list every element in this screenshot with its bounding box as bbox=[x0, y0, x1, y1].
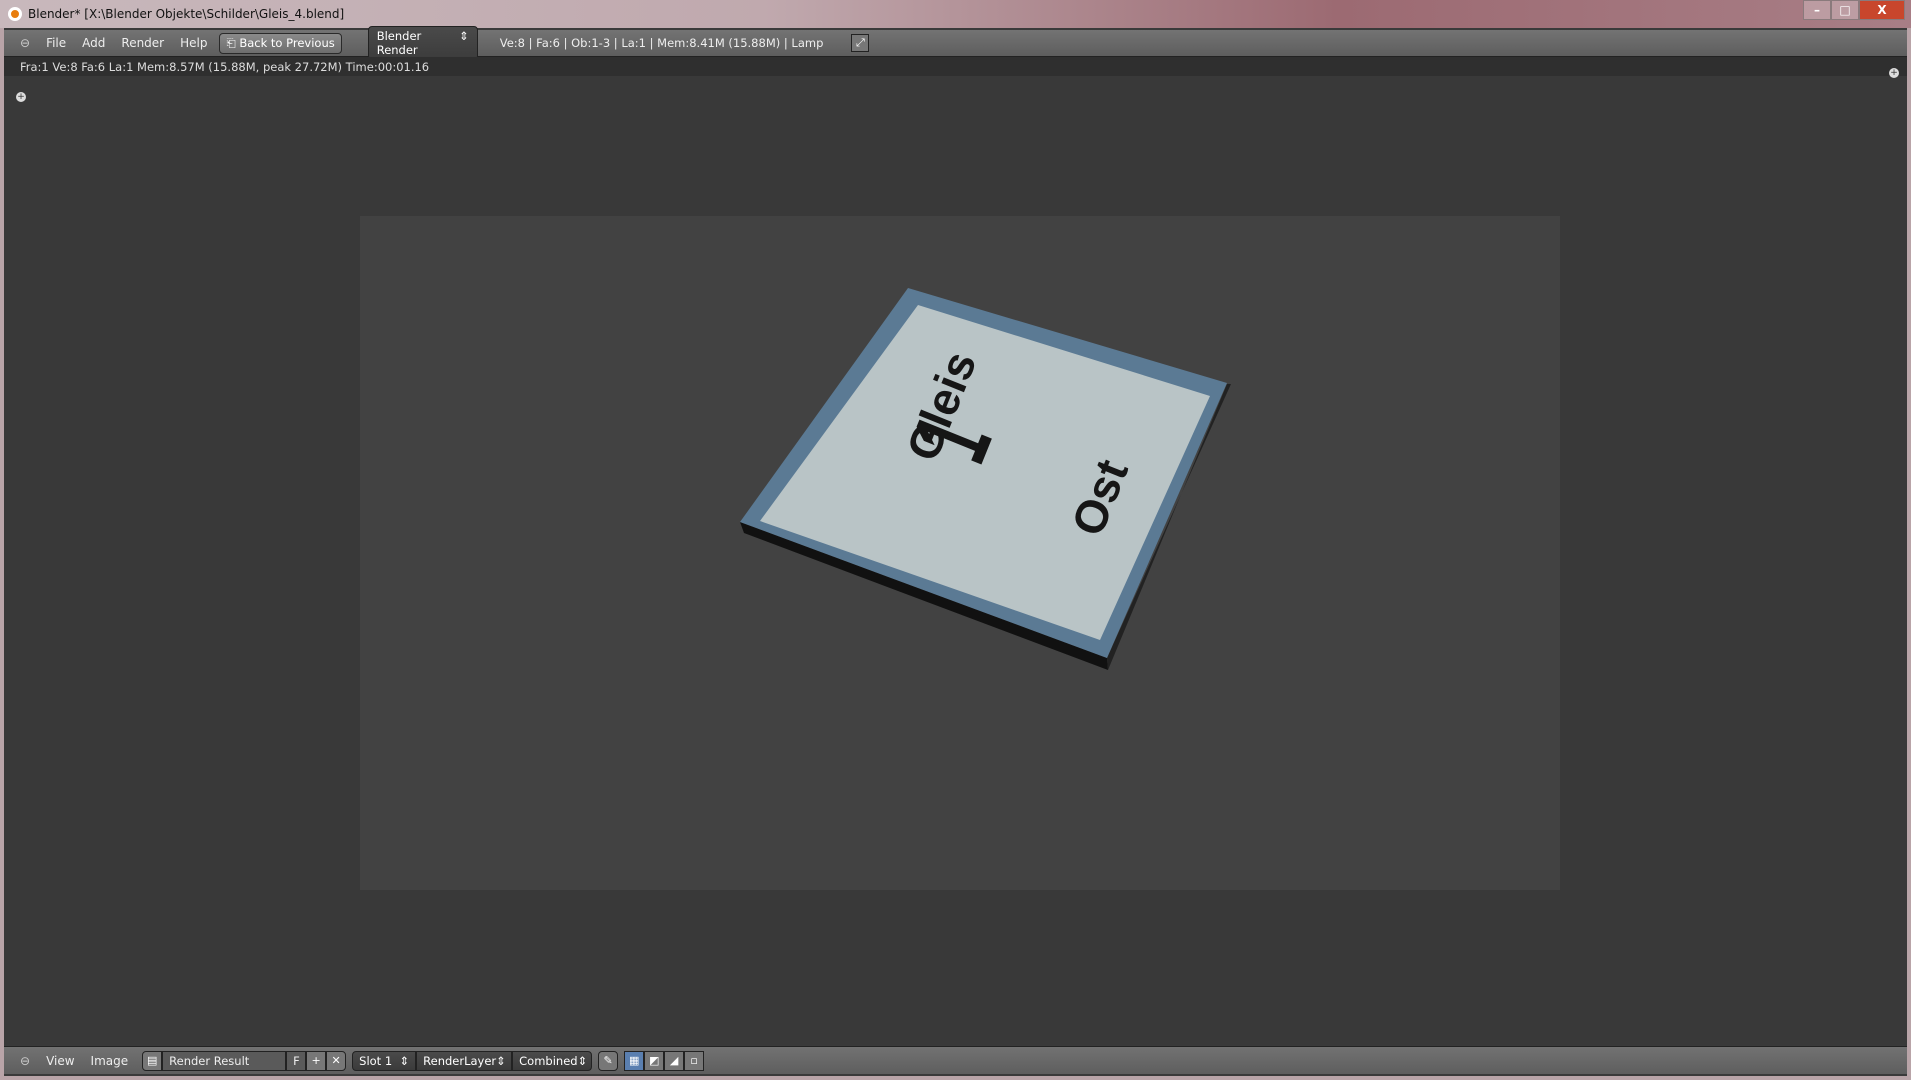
image-name-field[interactable]: Render Result bbox=[162, 1050, 287, 1071]
draw-channels-icon[interactable]: ▫ bbox=[684, 1050, 705, 1071]
back-icon: ⎗ bbox=[226, 35, 240, 50]
menu-render[interactable]: Render bbox=[113, 36, 172, 50]
updown-icon: ⇕ bbox=[577, 1053, 588, 1068]
back-to-previous-button[interactable]: ⎗ Back to Previous bbox=[219, 32, 342, 54]
menu-view[interactable]: View bbox=[38, 1054, 82, 1068]
editor-type-icon-bottom[interactable]: ⊖ bbox=[20, 1054, 30, 1068]
draw-alpha-icon[interactable]: ◩ bbox=[644, 1050, 665, 1071]
menu-file[interactable]: File bbox=[38, 36, 74, 50]
draw-image-alpha-icon[interactable]: ▦ bbox=[624, 1050, 645, 1071]
updown-icon: ⇕ bbox=[459, 29, 469, 43]
slot-select[interactable]: Slot 1 ⇕ bbox=[352, 1050, 417, 1071]
updown-icon: ⇕ bbox=[496, 1053, 506, 1068]
image-editor-header: ⊖ View Image ▤ Render Result F + ✕ Slot … bbox=[4, 1046, 1907, 1074]
image-browse-icon[interactable]: ▤ bbox=[142, 1050, 163, 1071]
render-info: Fra:1 Ve:8 Fa:6 La:1 Mem:8.57M (15.88M, … bbox=[4, 57, 1907, 76]
info-header: ⊖ File Add Render Help ⎗ Back to Previou… bbox=[4, 26, 1907, 60]
fake-user-button[interactable]: F bbox=[286, 1050, 307, 1071]
render-layer-select[interactable]: RenderLayer ⇕ bbox=[416, 1050, 513, 1071]
engine-label: Blender Render bbox=[376, 29, 422, 57]
blender-logo-icon bbox=[8, 7, 22, 21]
back-label: Back to Previous bbox=[239, 35, 335, 50]
render-engine-select[interactable]: Blender Render ⇕ bbox=[367, 26, 478, 60]
rendered-sign: Gleis 1 Ost bbox=[740, 288, 1231, 670]
new-image-icon[interactable]: + bbox=[306, 1050, 327, 1071]
pass-label: Combined bbox=[519, 1053, 578, 1068]
render-pass-select[interactable]: Combined ⇕ bbox=[512, 1050, 593, 1071]
menu-image[interactable]: Image bbox=[83, 1054, 137, 1068]
paint-brush-icon[interactable]: ✎ bbox=[598, 1050, 619, 1071]
minimize-button[interactable]: – bbox=[1803, 0, 1831, 20]
title-bar: Blender* [X:\Blender Objekte\Schilder\Gl… bbox=[0, 0, 1911, 28]
unlink-image-icon[interactable]: ✕ bbox=[326, 1050, 347, 1071]
sign-face bbox=[760, 305, 1210, 640]
fullscreen-icon[interactable]: ⤢ bbox=[851, 34, 870, 52]
menu-help[interactable]: Help bbox=[172, 36, 215, 50]
draw-zbuffer-icon[interactable]: ◢ bbox=[664, 1050, 685, 1071]
render-result-image: Gleis 1 Ost bbox=[360, 216, 1560, 890]
editor-type-icon[interactable]: ⊖ bbox=[20, 36, 30, 50]
menu-add[interactable]: Add bbox=[74, 36, 113, 50]
close-button[interactable]: X bbox=[1859, 0, 1905, 20]
slot-label: Slot 1 bbox=[359, 1053, 393, 1068]
updown-icon: ⇕ bbox=[399, 1053, 410, 1068]
window-title: Blender* [X:\Blender Objekte\Schilder\Gl… bbox=[28, 7, 345, 21]
image-editor-viewport[interactable]: + + Gleis 1 Ost bbox=[4, 68, 1907, 1045]
maximize-button[interactable]: □ bbox=[1831, 0, 1859, 20]
region-plus-icon[interactable]: + bbox=[16, 92, 26, 102]
region-plus-icon-right[interactable]: + bbox=[1889, 68, 1899, 78]
layer-label: RenderLayer bbox=[423, 1053, 497, 1068]
scene-stats: Ve:8 | Fa:6 | Ob:1-3 | La:1 | Mem:8.41M … bbox=[499, 36, 824, 50]
